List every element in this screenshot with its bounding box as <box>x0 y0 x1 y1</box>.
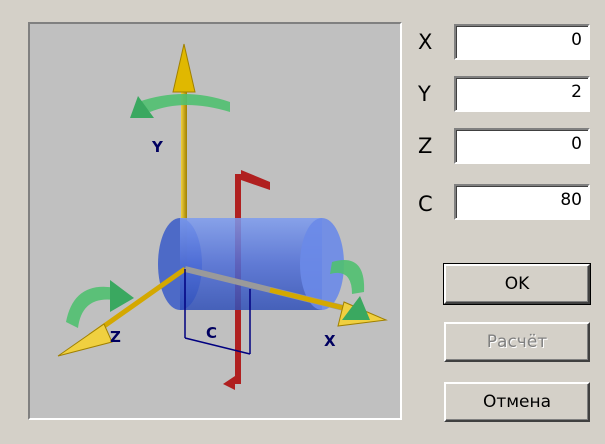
z-axis-arrowhead <box>57 323 113 357</box>
field-label-c: C <box>418 192 433 216</box>
y-input[interactable]: 2 <box>454 76 590 112</box>
z-input[interactable]: 0 <box>454 128 590 164</box>
field-label-y: Y <box>418 82 431 106</box>
x-axis-label: X <box>324 332 336 350</box>
x-input[interactable]: 0 <box>454 24 590 60</box>
cancel-button[interactable]: Отмена <box>444 382 590 422</box>
y-axis-label: Y <box>151 138 164 156</box>
offset-axis-top-flag <box>241 170 270 190</box>
calculate-button[interactable]: Расчёт <box>444 322 590 362</box>
y-axis-arrowhead <box>172 43 196 93</box>
offset-axis-bottom-flag <box>223 376 235 390</box>
field-label-x: X <box>418 30 433 54</box>
z-axis-label: Z <box>110 328 121 346</box>
ok-button[interactable]: OK <box>443 263 591 305</box>
axis-diagram: Y X Z C <box>57 43 388 390</box>
field-label-z: Z <box>418 134 433 158</box>
axis-dialog: Y X Z C X 0 Y 2 Z 0 C 80 OK Расчёт Отмен… <box>0 0 605 444</box>
axis-preview-panel: Y X Z C <box>28 22 402 420</box>
offset-dimension-label: C <box>206 324 217 342</box>
c-input[interactable]: 80 <box>454 184 590 220</box>
